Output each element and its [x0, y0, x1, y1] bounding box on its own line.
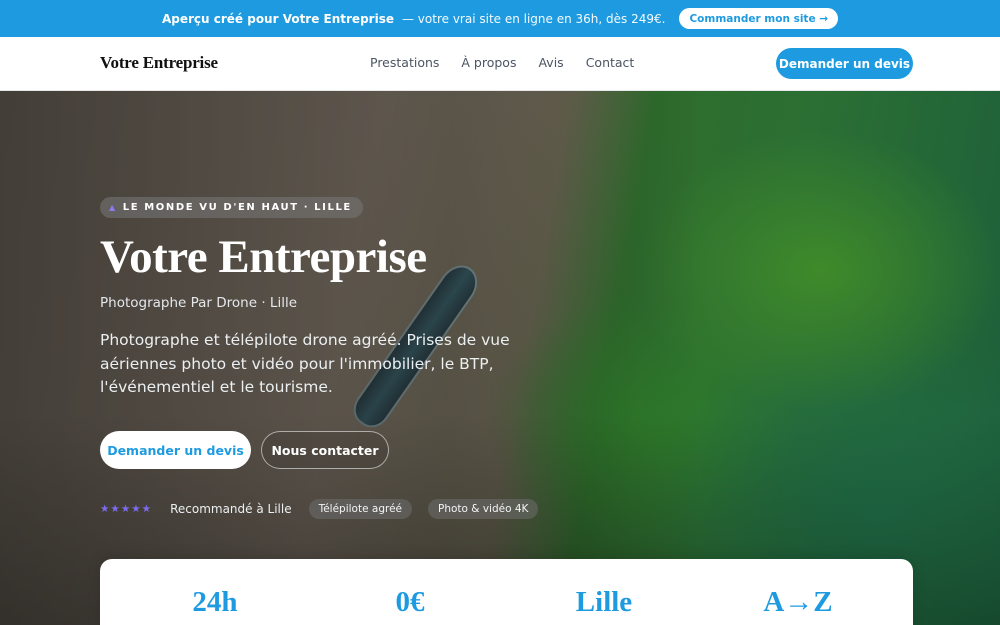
pill-photo-video-4k: Photo & vidéo 4K [428, 499, 539, 519]
contact-button[interactable]: Nous contacter [261, 431, 389, 469]
stat-price: 0€ [395, 586, 425, 618]
hero-badge: ▲ LE MONDE VU D'EN HAUT · LILLE [100, 197, 363, 218]
hero-title: Votre Entreprise [100, 231, 427, 283]
trust-row: ★★★★★ Recommandé à Lille Télépilote agré… [100, 499, 554, 519]
stat-coverage: A→Z [763, 586, 833, 618]
quote-button[interactable]: Demander un devis [100, 431, 251, 469]
order-site-button[interactable]: Commander mon site → [679, 8, 839, 29]
triangle-icon: ▲ [109, 203, 117, 212]
header-quote-button[interactable]: Demander un devis [776, 48, 913, 79]
nav-item-prestations[interactable]: Prestations [370, 55, 439, 70]
site-logo[interactable]: Votre Entreprise [100, 53, 218, 73]
rating-text: Recommandé à Lille [170, 502, 292, 516]
rating-stars-icon: ★★★★★ [100, 503, 153, 515]
pill-certified-pilot: Télépilote agréé [308, 499, 413, 519]
main-nav: Prestations À propos Avis Contact [370, 55, 634, 70]
stats-card: 24h 0€ Lille A→Z [100, 559, 913, 625]
hero-section: ▲ LE MONDE VU D'EN HAUT · LILLE Votre En… [0, 91, 1000, 625]
stat-city: Lille [575, 586, 633, 618]
nav-item-contact[interactable]: Contact [586, 55, 635, 70]
stat-delay: 24h [192, 586, 238, 618]
nav-item-a-propos[interactable]: À propos [461, 55, 516, 70]
hero-subtitle: Photographe Par Drone · Lille [100, 295, 297, 311]
promo-bold-text: Aperçu créé pour Votre Entreprise [161, 11, 394, 26]
nav-item-avis[interactable]: Avis [538, 55, 563, 70]
hero-description: Photographe et télépilote drone agréé. P… [100, 331, 510, 396]
hero-badge-label: LE MONDE VU D'EN HAUT · LILLE [122, 202, 352, 213]
promo-bar: Aperçu créé pour Votre Entreprise — votr… [0, 0, 1000, 37]
promo-text: — votre vrai site en ligne en 36h, dès 2… [401, 11, 666, 26]
site-header: Votre Entreprise Prestations À propos Av… [0, 37, 1000, 91]
